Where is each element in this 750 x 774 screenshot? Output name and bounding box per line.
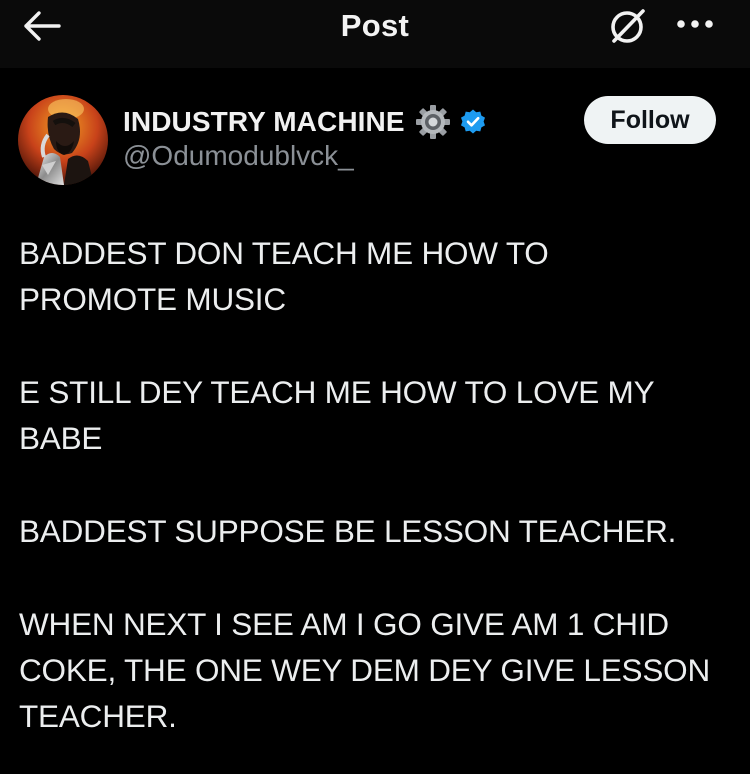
post-author-header: INDUSTRY MACHINE @Odumodublvck_ Follow	[0, 88, 750, 198]
more-options-button[interactable]	[670, 6, 720, 46]
grok-button[interactable]	[604, 4, 652, 52]
grok-icon	[607, 5, 649, 52]
user-handle[interactable]: @Odumodublvck_	[123, 140, 354, 172]
top-bar: Post	[0, 0, 750, 68]
gear-icon	[415, 104, 451, 140]
follow-button[interactable]: Follow	[584, 96, 716, 144]
post-text: BADDEST DON TEACH ME HOW TO PROMOTE MUSI…	[19, 230, 731, 739]
post-paragraph: E STILL DEY TEACH ME HOW TO LOVE MY BABE	[19, 374, 655, 456]
post-paragraph: BADDEST DON TEACH ME HOW TO PROMOTE MUSI…	[19, 235, 549, 317]
display-name: INDUSTRY MACHINE	[123, 106, 405, 137]
avatar[interactable]	[18, 95, 108, 185]
more-horizontal-icon	[675, 17, 715, 35]
display-name-row[interactable]: INDUSTRY MACHINE	[123, 104, 487, 140]
post-paragraph: BADDEST SUPPOSE BE LESSON TEACHER.	[19, 513, 677, 549]
post-paragraph: WHEN NEXT I SEE AM I GO GIVE AM 1 CHID C…	[19, 606, 711, 734]
verified-badge-icon	[459, 108, 487, 136]
